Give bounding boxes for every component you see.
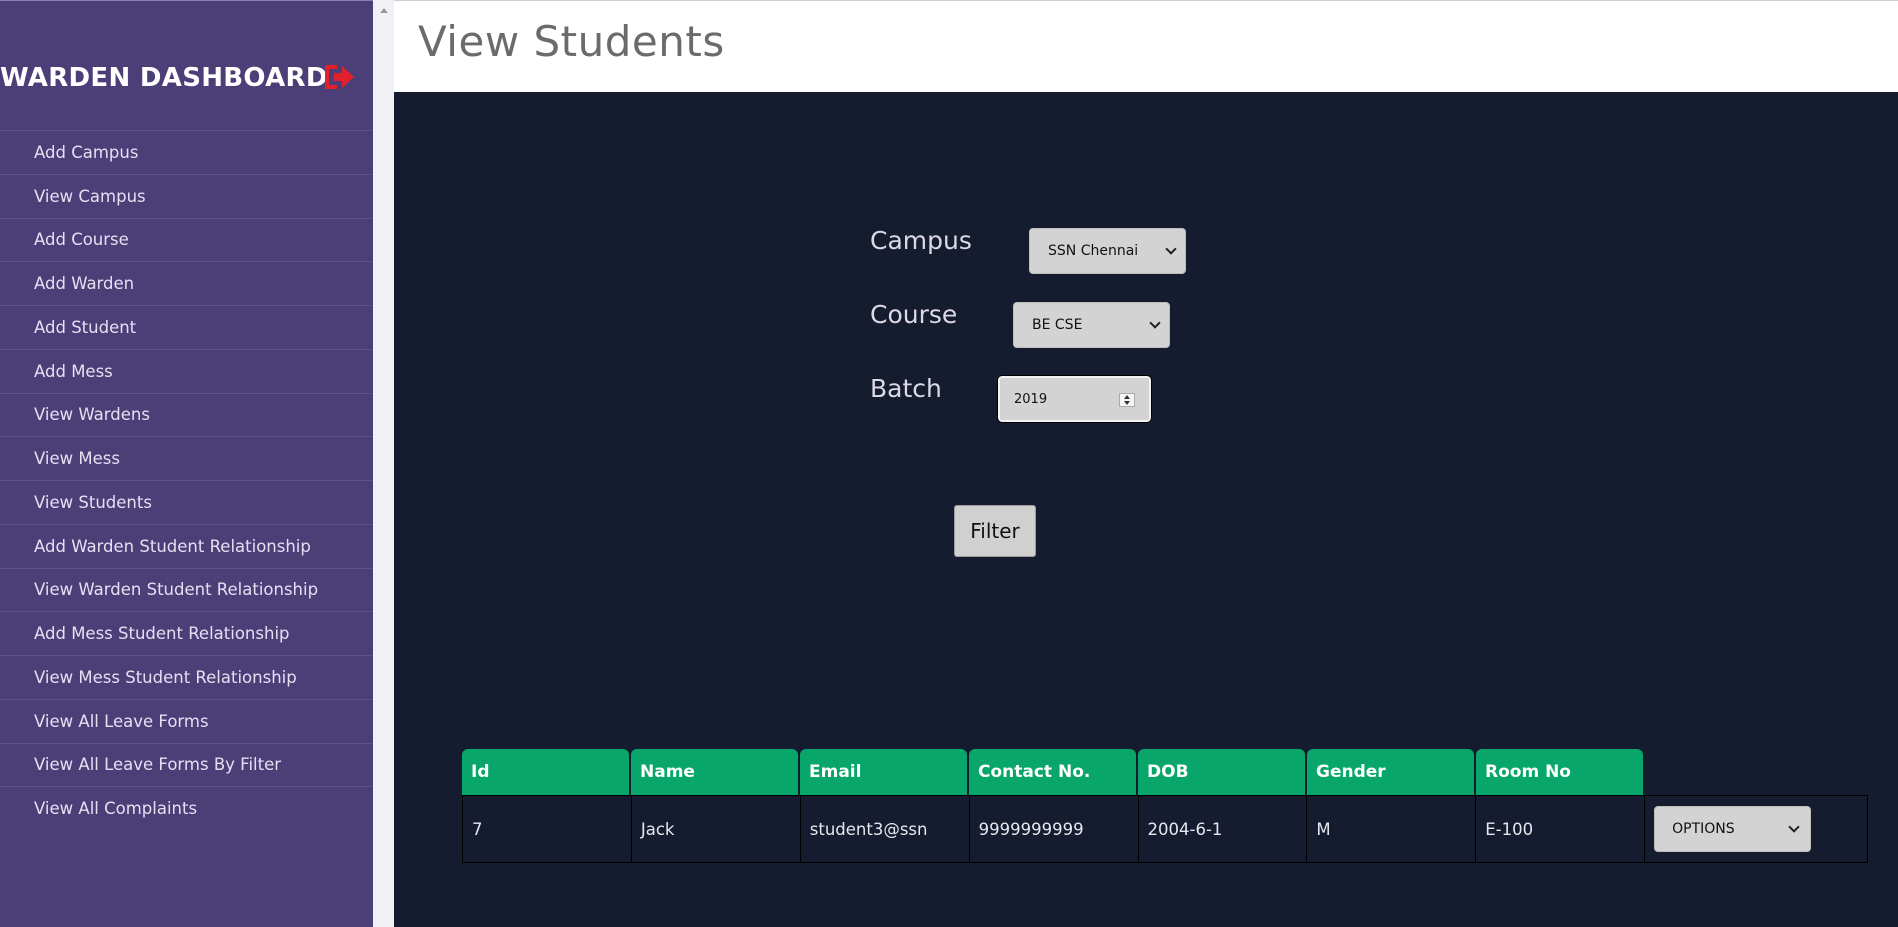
sidebar-item-view-students[interactable]: View Students — [0, 480, 373, 524]
sidebar-item-view-all-leave-forms[interactable]: View All Leave Forms — [0, 698, 373, 743]
column-header-room-no: Room No — [1476, 749, 1643, 795]
course-select-value: BE CSE — [1032, 317, 1083, 333]
options-select-value: OPTIONS — [1672, 821, 1735, 837]
course-select[interactable]: BE CSE — [1013, 302, 1170, 348]
cell-contact-no: 9999999999 — [970, 796, 1139, 862]
course-label: Course — [870, 300, 958, 329]
chevron-down-icon — [1149, 317, 1161, 329]
page-title: View Students — [418, 17, 725, 66]
cell-options: OPTIONS — [1645, 796, 1867, 862]
column-header-name: Name — [631, 749, 798, 795]
column-header-id: Id — [462, 749, 629, 795]
chevron-down-icon — [1788, 821, 1800, 833]
cell-email: student3@ssn — [801, 796, 970, 862]
column-header-gender: Gender — [1307, 749, 1474, 795]
main-panel: Campus SSN Chennai Course BE CSE Batch 2… — [394, 92, 1898, 927]
batch-input-value: 2019 — [1014, 391, 1048, 407]
batch-input[interactable]: 2019 — [997, 375, 1152, 423]
cell-dob: 2004-6-1 — [1139, 796, 1308, 862]
sidebar-item-view-all-complaints[interactable]: View All Complaints — [0, 786, 373, 830]
dashboard-title: WARDEN DASHBOARD — [0, 63, 328, 93]
sidebar-item-view-all-leave-forms-by-filter[interactable]: View All Leave Forms By Filter — [0, 742, 373, 787]
campus-select[interactable]: SSN Chennai — [1029, 228, 1186, 274]
campus-select-value: SSN Chennai — [1048, 243, 1139, 259]
filter-button[interactable]: Filter — [954, 505, 1036, 557]
column-header-contact-no: Contact No. — [969, 749, 1136, 795]
options-select[interactable]: OPTIONS — [1654, 806, 1812, 852]
chevron-down-icon — [1165, 243, 1177, 255]
batch-label: Batch — [870, 374, 942, 403]
logout-icon[interactable] — [322, 62, 356, 92]
sidebar-scrollbar[interactable] — [373, 0, 394, 927]
column-header-email: Email — [800, 749, 967, 795]
spinner-icon[interactable] — [1119, 393, 1135, 407]
sidebar-item-view-campus[interactable]: View Campus — [0, 173, 373, 218]
page-header: View Students — [394, 0, 1898, 92]
sidebar-item-add-warden-student-relationship[interactable]: Add Warden Student Relationship — [0, 523, 373, 568]
sidebar-item-add-student[interactable]: Add Student — [0, 305, 373, 349]
students-table-header: Id Name Email Contact No. DOB Gender Roo… — [462, 749, 1645, 795]
sidebar-header: WARDEN DASHBOARD — [0, 59, 373, 103]
cell-room-no: E-100 — [1476, 796, 1646, 862]
cell-name: Jack — [632, 796, 801, 862]
sidebar-item-view-mess-student-relationship[interactable]: View Mess Student Relationship — [0, 655, 373, 699]
sidebar-item-add-course[interactable]: Add Course — [0, 217, 373, 262]
sidebar: WARDEN DASHBOARD Add Campus View Campus … — [0, 0, 373, 927]
sidebar-item-add-mess[interactable]: Add Mess — [0, 348, 373, 393]
cell-id: 7 — [463, 796, 632, 862]
sidebar-menu: Add Campus View Campus Add Course Add Wa… — [0, 130, 373, 830]
sidebar-item-view-warden-student-relationship[interactable]: View Warden Student Relationship — [0, 567, 373, 612]
sidebar-item-view-wardens[interactable]: View Wardens — [0, 392, 373, 437]
sidebar-item-view-mess[interactable]: View Mess — [0, 436, 373, 480]
cell-gender: M — [1307, 796, 1477, 862]
table-row: 7 Jack student3@ssn 9999999999 2004-6-1 … — [462, 795, 1868, 863]
scroll-up-arrow-icon[interactable] — [380, 8, 388, 13]
sidebar-item-add-campus[interactable]: Add Campus — [0, 130, 373, 174]
sidebar-item-add-warden[interactable]: Add Warden — [0, 261, 373, 305]
column-header-dob: DOB — [1138, 749, 1305, 795]
sidebar-item-add-mess-student-relationship[interactable]: Add Mess Student Relationship — [0, 611, 373, 655]
campus-label: Campus — [870, 226, 972, 255]
